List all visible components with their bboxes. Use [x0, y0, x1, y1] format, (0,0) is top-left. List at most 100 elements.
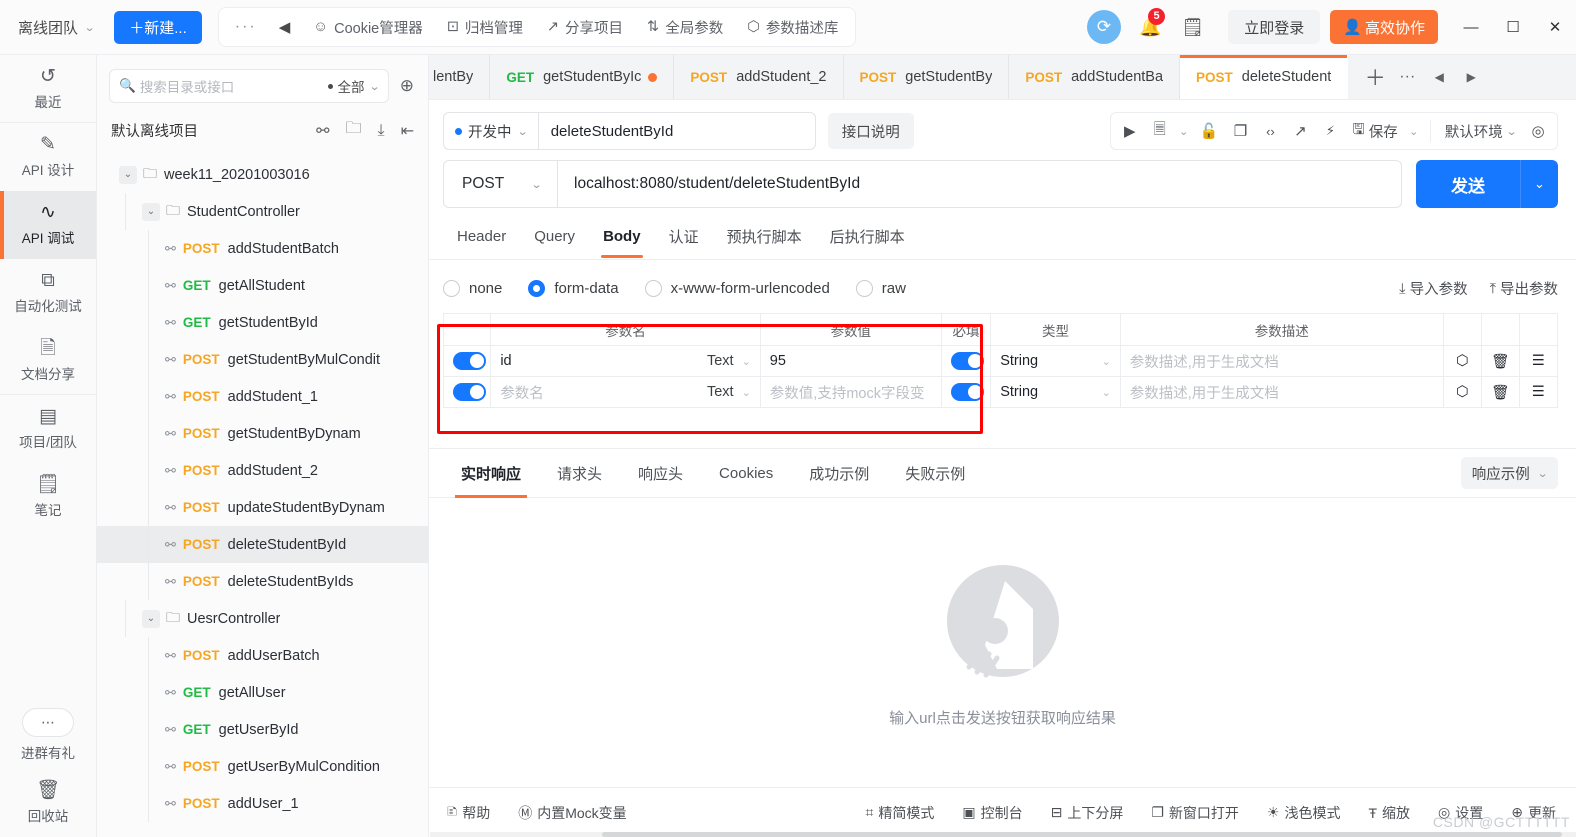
tree-api-addUser-1[interactable]: ⚯ POST addUser_1 [97, 785, 428, 822]
menu-share-project[interactable]: ↗ 分享项目 [536, 11, 634, 44]
doc-icon[interactable]: 🗏 [1145, 116, 1175, 146]
environment-selector[interactable]: 默认环境 ⌄ [1438, 116, 1523, 146]
eye-icon[interactable]: ◎ [1523, 116, 1553, 146]
response-tab-success-example[interactable]: 成功示例 [791, 449, 887, 497]
request-name-input[interactable]: deleteStudentById [537, 112, 816, 150]
import-icon[interactable]: ⤓ [378, 122, 385, 140]
request-tab-2[interactable]: POST addStudent_2 [674, 55, 844, 99]
tab-body[interactable]: Body [589, 218, 655, 258]
footer-compact-mode[interactable]: ⌗ 精简模式 [852, 803, 949, 823]
footer-settings[interactable]: ◎ 设置 [1424, 803, 1497, 823]
footer-light-mode[interactable]: ☀ 浅色模式 [1253, 803, 1355, 823]
request-tab-3[interactable]: POST getStudentBy [844, 55, 1010, 99]
footer-split-screen[interactable]: ⊟ 上下分屏 [1037, 803, 1138, 823]
locate-icon[interactable]: ⊕ [398, 76, 416, 96]
search-scope-selector[interactable]: 全部 ⌄ [327, 76, 380, 96]
required-toggle[interactable] [950, 383, 984, 401]
collaborate-button[interactable]: 👤 高效协作 [1330, 10, 1438, 44]
request-tab-0[interactable]: lentBy [429, 55, 491, 99]
import-params-button[interactable]: ⤓ 导入参数 [1399, 278, 1467, 299]
tree-api-getStudentByDynam[interactable]: ⚯ POST getStudentByDynam [97, 415, 428, 452]
rail-item-group-gift[interactable]: ⋯ 进群有礼 [0, 701, 96, 769]
mock-cube-icon[interactable]: ⬡ [1442, 345, 1482, 377]
response-example-selector[interactable]: 响应示例 ⌄ [1460, 457, 1558, 489]
menu-global-params[interactable]: ⇅ 全局参数 [636, 11, 734, 44]
tab-next-icon[interactable]: ▶ [1456, 62, 1486, 92]
body-type-form-data[interactable]: form-data [528, 280, 619, 297]
request-tab-4[interactable]: POST addStudentBa [1009, 55, 1181, 99]
copy-icon[interactable]: ❐ [1225, 116, 1255, 146]
chevron-down-icon[interactable]: ⌄ [142, 202, 160, 221]
footer-help[interactable]: 🗈 帮助 [443, 801, 504, 825]
doc-caret-icon[interactable]: ⌄ [1175, 116, 1193, 146]
mock-icon[interactable]: ⚡ [1315, 116, 1345, 146]
row-description-cell[interactable]: 参数描述,用于生成文档 [1119, 376, 1444, 408]
enable-toggle[interactable] [453, 383, 486, 401]
param-name-input[interactable]: 参数名 [500, 382, 544, 403]
param-description-input[interactable]: 参数描述,用于生成文档 [1130, 355, 1279, 371]
rail-item-automation-test[interactable]: ⧉ 自动化测试 [0, 259, 96, 327]
row-type-cell[interactable]: String ⌄ [990, 345, 1121, 377]
footer-console[interactable]: ▣ 控制台 [948, 803, 1036, 823]
value-type-selector[interactable]: Text ⌄ [707, 353, 751, 369]
row-description-cell[interactable]: 参数描述,用于生成文档 [1119, 345, 1444, 377]
tree-api-updateStudentByDynam[interactable]: ⚯ POST updateStudentByDynam [97, 489, 428, 526]
mock-cube-icon[interactable]: ⬡ [1442, 376, 1482, 408]
tree-api-getStudentById[interactable]: ⚯ GET getStudentById [97, 304, 428, 341]
menu-archive-manage[interactable]: ⊡ 归档管理 [436, 11, 534, 44]
row-name-cell[interactable]: id Text ⌄ [490, 345, 761, 377]
tab-prev-icon[interactable]: ◀ [1424, 62, 1454, 92]
enable-toggle[interactable] [453, 352, 486, 370]
add-api-icon[interactable]: ⚯ [316, 121, 329, 141]
save-button[interactable]: 🖫 保存 [1345, 116, 1404, 146]
tree-folder-uesr-controller[interactable]: ⌄ 🗀 UesrController [97, 600, 428, 637]
value-type-selector[interactable]: Text ⌄ [707, 384, 751, 400]
request-status-selector[interactable]: 开发中 ⌄ [443, 112, 538, 150]
tab-query[interactable]: Query [520, 218, 589, 257]
notifications-button[interactable]: 🔔 5 [1139, 7, 1165, 38]
tree-folder-week11[interactable]: ⌄ 🗀 week11_20201003016 [97, 156, 428, 193]
footer-zoom[interactable]: Ŧ 缩放 [1354, 803, 1424, 823]
save-caret-icon[interactable]: ⌄ [1405, 116, 1423, 146]
note-icon[interactable]: 🗒 [1181, 17, 1204, 38]
export-params-button[interactable]: ⤒ 导出参数 [1490, 278, 1558, 299]
new-button[interactable]: ＋新建... [114, 10, 202, 44]
add-folder-icon[interactable]: 🗀 [346, 117, 362, 144]
param-value-input[interactable]: 参数值,支持mock字段变 [770, 386, 925, 402]
tab-auth[interactable]: 认证 [655, 216, 713, 259]
tree-api-addStudent-2[interactable]: ⚯ POST addStudent_2 [97, 452, 428, 489]
http-method-selector[interactable]: POST ⌄ [444, 161, 558, 207]
login-button[interactable]: 立即登录 [1228, 10, 1321, 44]
rail-item-recent[interactable]: ↺ 最近 [0, 55, 96, 123]
row-name-cell[interactable]: 参数名 Text ⌄ [490, 376, 761, 408]
row-value-cell[interactable]: 95 [759, 345, 942, 377]
search-input[interactable]: 🔍 搜索目录或接口 全部 ⌄ [109, 69, 389, 103]
send-caret-icon[interactable]: ⌄ [1520, 160, 1558, 208]
footer-new-window[interactable]: ❐ 新窗口打开 [1137, 803, 1253, 823]
footer-update[interactable]: ⊕ 更新 [1497, 803, 1560, 823]
chevron-down-icon[interactable]: ⌄ [142, 609, 160, 628]
required-toggle[interactable] [950, 352, 984, 370]
tree-api-getAllUser[interactable]: ⚯ GET getAllUser [97, 674, 428, 711]
tree-folder-student-controller[interactable]: ⌄ 🗀 StudentController [97, 193, 428, 230]
close-button[interactable]: ✕ [1534, 0, 1576, 55]
horizontal-scrollbar-track[interactable] [430, 832, 1576, 837]
tree-api-getAllStudent[interactable]: ⚯ GET getAllStudent [97, 267, 428, 304]
horizontal-scrollbar-thumb[interactable] [602, 832, 1562, 837]
rail-item-doc-share[interactable]: 🗎 文档分享 [0, 327, 96, 395]
request-tab-5[interactable]: POST deleteStudent [1180, 55, 1349, 99]
body-type-raw[interactable]: raw [855, 280, 906, 297]
tree-api-addStudentBatch[interactable]: ⚯ POST addStudentBatch [97, 230, 428, 267]
response-tab-response-headers[interactable]: 响应头 [620, 449, 701, 497]
menu-cookie-manager[interactable]: ☺ Cookie管理器 [302, 11, 433, 44]
tab-post-script[interactable]: 后执行脚本 [816, 216, 919, 259]
menu-param-description-library[interactable]: ⬡ 参数描述库 [736, 11, 849, 44]
param-value-input[interactable]: 95 [770, 353, 786, 369]
url-input[interactable]: localhost:8080/student/deleteStudentById [558, 161, 1401, 207]
param-description-input[interactable]: 参数描述,用于生成文档 [1130, 386, 1279, 402]
team-selector[interactable]: 离线团队 ⌄ [14, 13, 98, 42]
request-tab-1[interactable]: GET getStudentByIc [490, 55, 675, 99]
response-tab-realtime[interactable]: 实时响应 [443, 449, 539, 498]
response-tab-cookies[interactable]: Cookies [701, 451, 791, 495]
row-type-cell[interactable]: String ⌄ [990, 376, 1121, 408]
